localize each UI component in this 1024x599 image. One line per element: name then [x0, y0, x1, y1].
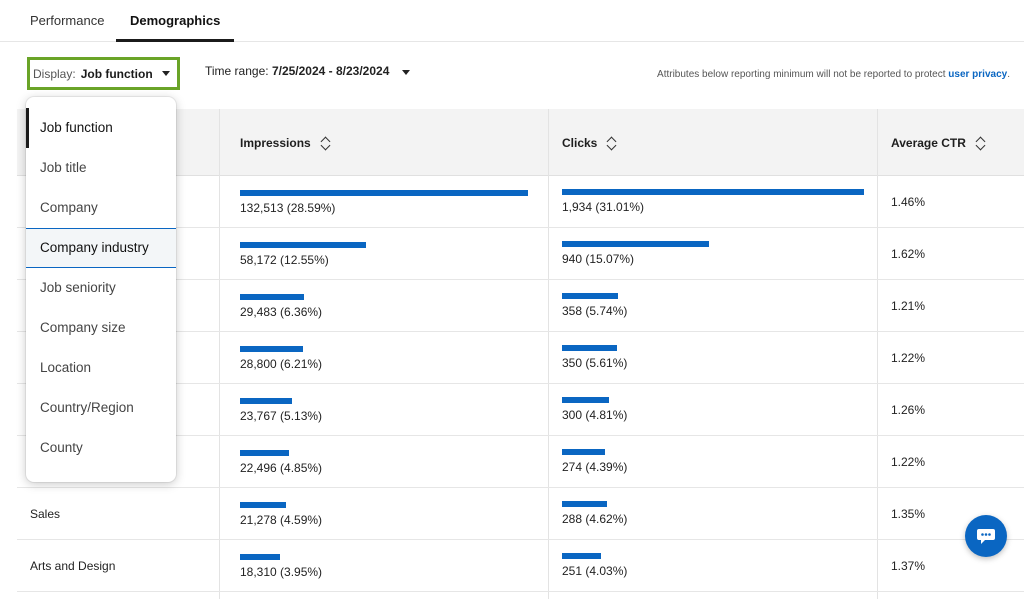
impressions-value: 132,513 (28.59%) — [240, 201, 336, 215]
impressions-bar — [240, 554, 280, 560]
impressions-header[interactable]: Impressions — [240, 109, 331, 176]
row-name: Arts and Design — [30, 559, 116, 573]
clicks-value: 274 (4.39%) — [562, 460, 628, 474]
ctr-value: 1.22% — [891, 351, 926, 365]
impressions-bar — [240, 190, 528, 196]
menu-item-company-size[interactable]: Company size — [26, 308, 176, 348]
clicks-bar — [562, 397, 609, 403]
sort-icon[interactable] — [321, 136, 331, 150]
clicks-header[interactable]: Clicks — [562, 109, 617, 176]
impressions-bar — [240, 502, 286, 508]
impressions-value: 23,767 (5.13%) — [240, 409, 323, 423]
ctr-value: 1.46% — [891, 195, 926, 209]
clicks-bar — [562, 501, 607, 507]
menu-item-job-title[interactable]: Job title — [26, 148, 176, 188]
clicks-value: 940 (15.07%) — [562, 252, 635, 266]
display-menu: Job function Job title Company Company i… — [26, 97, 176, 482]
notice-text: Attributes below reporting minimum will … — [657, 69, 946, 80]
time-range-dropdown[interactable]: Time range: 7/25/2024 - 8/23/2024 — [205, 64, 410, 78]
ctr-value: 1.37% — [891, 559, 926, 573]
clicks-value: 350 (5.61%) — [562, 356, 628, 370]
impressions-header-label: Impressions — [240, 135, 311, 150]
menu-item-job-function[interactable]: Job function — [26, 108, 176, 148]
user-privacy-link[interactable]: user privacy — [948, 69, 1007, 80]
ctr-value: 1.21% — [891, 299, 926, 313]
clicks-bar — [562, 293, 618, 299]
tab-performance[interactable]: Performance — [16, 0, 118, 42]
clicks-value: 358 (5.74%) — [562, 304, 628, 318]
impressions-value: 29,483 (6.36%) — [240, 305, 323, 319]
impressions-bar — [240, 398, 292, 404]
impressions-bar — [240, 242, 366, 248]
display-dropdown[interactable]: Display: Job function — [27, 57, 180, 90]
display-value: Job function — [80, 66, 153, 81]
impressions-bar — [240, 346, 303, 352]
clicks-value: 300 (4.81%) — [562, 408, 628, 422]
menu-item-job-seniority[interactable]: Job seniority — [26, 268, 176, 308]
clicks-value: 288 (4.62%) — [562, 512, 628, 526]
ctr-header-label: Average CTR — [891, 135, 966, 150]
menu-item-location[interactable]: Location — [26, 348, 176, 388]
time-range-value: 7/25/2024 - 8/23/2024 — [271, 64, 390, 78]
tab-bar: Performance Demographics — [0, 0, 1024, 42]
clicks-bar — [562, 449, 605, 455]
chat-button[interactable] — [965, 515, 1007, 557]
clicks-value: 251 (4.03%) — [562, 564, 628, 578]
caret-down-icon — [161, 71, 170, 76]
row-name: Sales — [30, 507, 61, 521]
privacy-notice: Attributes below reporting minimum will … — [657, 69, 1010, 80]
ctr-value: 1.35% — [891, 507, 926, 521]
clicks-bar — [562, 189, 864, 195]
impressions-value: 18,310 (3.95%) — [240, 565, 323, 579]
table-row: Sales 21,278 (4.59%) 288 (4.62%) 1.35% — [17, 488, 1024, 540]
impressions-bar — [240, 294, 304, 300]
clicks-bar — [562, 553, 601, 559]
menu-item-country-region[interactable]: Country/Region — [26, 388, 176, 428]
chat-icon — [977, 529, 995, 544]
sort-icon[interactable] — [607, 136, 617, 150]
ctr-value: 1.26% — [891, 403, 926, 417]
menu-item-company-industry[interactable]: Company industry — [26, 228, 176, 268]
caret-down-icon — [401, 70, 410, 75]
clicks-bar — [562, 345, 617, 351]
tab-demographics[interactable]: Demographics — [116, 0, 235, 42]
sort-icon[interactable] — [976, 136, 986, 150]
table-row: Arts and Design 18,310 (3.95%) 251 (4.03%)… — [17, 540, 1024, 592]
menu-item-county[interactable]: County — [26, 428, 176, 468]
impressions-value: 21,278 (4.59%) — [240, 513, 323, 527]
impressions-bar — [240, 450, 289, 456]
ctr-value: 1.62% — [891, 247, 926, 261]
notice-end: . — [1007, 69, 1010, 80]
clicks-value: 1,934 (31.01%) — [562, 200, 645, 214]
menu-item-company[interactable]: Company — [26, 188, 176, 228]
impressions-value: 22,496 (4.85%) — [240, 461, 323, 475]
time-range-label: Time range: — [205, 64, 269, 78]
ctr-value: 1.22% — [891, 455, 926, 469]
ctr-header[interactable]: Average CTR — [891, 109, 986, 176]
display-label: Display: — [33, 66, 76, 81]
impressions-value: 28,800 (6.21%) — [240, 357, 323, 371]
clicks-header-label: Clicks — [562, 135, 598, 150]
impressions-value: 58,172 (12.55%) — [240, 253, 329, 267]
clicks-bar — [562, 241, 709, 247]
